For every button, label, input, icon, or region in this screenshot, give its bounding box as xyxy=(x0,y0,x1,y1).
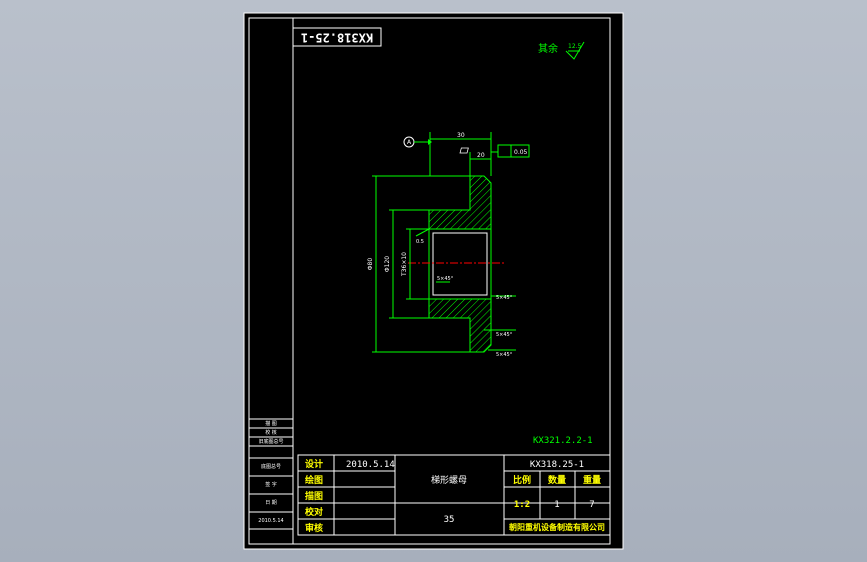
role-review: 审核 xyxy=(305,522,323,534)
tolerance-value: 0.05 xyxy=(514,149,528,156)
drawing-number: KX318.25-1 xyxy=(530,460,584,470)
dim-top-overall: 30 xyxy=(457,132,465,139)
dim-dia-mid: Φ120 xyxy=(384,256,391,272)
company-name: 朝阳重机设备制造有限公司 xyxy=(509,522,605,532)
chamfer-inner: 5×45° xyxy=(437,276,454,282)
material: 35 xyxy=(444,515,455,525)
side-row-2: 校 核 xyxy=(265,429,277,436)
header-scale: 比例 xyxy=(513,474,531,486)
side-row-4: 底图总号 xyxy=(261,463,281,470)
surface-note-label: 其余 xyxy=(538,42,558,55)
chamfer-3: 5×45° xyxy=(496,352,513,358)
dim-dia-outer: Φ80 xyxy=(367,258,374,271)
value-qty: 1 xyxy=(554,500,559,510)
role-design: 设计 xyxy=(305,458,323,470)
side-row-3: 旧底图总号 xyxy=(258,438,283,445)
role-checking: 校对 xyxy=(305,506,323,518)
value-weight: 7 xyxy=(589,500,594,510)
dim-dia-thread: T36×10 xyxy=(401,252,408,277)
value-scale: 1:2 xyxy=(514,500,530,510)
role-drawing: 绘图 xyxy=(305,474,323,486)
side-row-5: 签 字 xyxy=(265,481,277,488)
chamfer-1: 5×45° xyxy=(496,295,513,301)
header-qty: 数量 xyxy=(548,474,566,486)
spec-headers: 比例 数量 重量 xyxy=(513,474,601,486)
design-date: 2010.5.14 xyxy=(346,460,395,470)
dim-top-flange: 20 xyxy=(477,152,485,159)
chamfer-2: 5×45° xyxy=(496,332,513,338)
side-row-1: 描 图 xyxy=(265,420,277,427)
rotated-part-number: KX318.25-1 xyxy=(301,31,373,45)
side-row-6: 日 期 xyxy=(265,500,277,506)
part-name: 梯形螺母 xyxy=(431,474,467,486)
drawing-sheet: KX318.25-1 其余 12.5 A 30 20 0.05 Φ80 Φ120… xyxy=(243,12,624,550)
side-row-7: 2010.5.14 xyxy=(258,518,283,524)
dim-bevel-small: 0.5 xyxy=(416,239,424,245)
header-weight: 重量 xyxy=(583,474,601,486)
drawing-reference: KX321.2.2-1 xyxy=(533,436,593,446)
rotated-part-number-box: KX318.25-1 xyxy=(292,27,382,47)
role-tracing: 描图 xyxy=(305,490,323,502)
